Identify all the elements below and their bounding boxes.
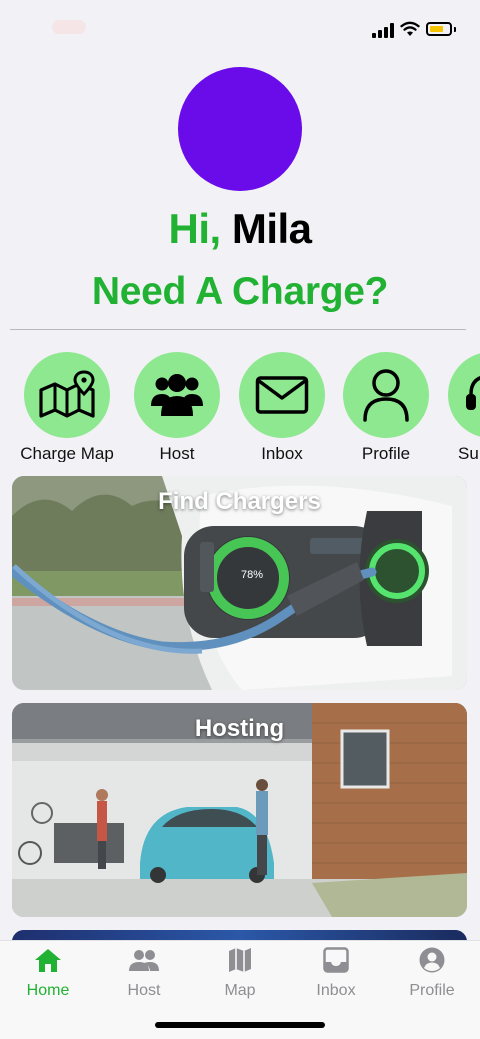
shortcut-support[interactable]: Su <box>436 352 480 462</box>
shortcut-profile-circle[interactable] <box>343 352 429 438</box>
status-bar <box>0 0 480 60</box>
find-chargers-card[interactable]: 78% Find Chargers <box>12 476 467 690</box>
envelope-icon <box>255 376 309 414</box>
divider <box>10 329 466 330</box>
shortcut-inbox-circle[interactable] <box>239 352 325 438</box>
tab-host[interactable]: Host <box>96 947 192 1000</box>
map-pin-icon <box>39 370 95 418</box>
tab-home[interactable]: Home <box>0 947 96 1000</box>
shortcut-inbox[interactable]: Inbox <box>227 352 337 462</box>
home-indicator <box>155 1022 325 1028</box>
shortcut-label: Su <box>458 444 479 462</box>
card-title-find-chargers: Find Chargers <box>158 488 321 515</box>
tab-label: Host <box>127 982 161 999</box>
person-icon <box>363 369 409 422</box>
wifi-icon <box>400 21 420 36</box>
shortcut-charge-map[interactable]: Charge Map <box>12 352 122 462</box>
page-subtitle: Need A Charge? <box>91 270 389 313</box>
battery-level <box>430 26 443 32</box>
people-icon <box>129 950 159 971</box>
tab-label: Map <box>224 982 256 999</box>
shortcut-profile[interactable]: Profile <box>331 352 441 462</box>
greeting-name: Mila <box>231 205 312 252</box>
tab-profile[interactable]: Profile <box>384 947 480 1000</box>
shortcut-label: Inbox <box>261 444 303 462</box>
map-icon <box>229 948 251 972</box>
home-icon <box>35 949 61 972</box>
recording-indicator <box>52 20 86 34</box>
shortcut-label: Profile <box>361 444 411 462</box>
shortcut-host[interactable]: Host <box>122 352 232 462</box>
inbox-icon <box>323 947 349 973</box>
cellular-signal-icon <box>372 22 394 38</box>
tab-label: Inbox <box>316 982 356 999</box>
hosting-card[interactable]: Hosting <box>12 703 467 917</box>
account-circle-icon <box>419 947 445 973</box>
shortcut-charge-map-circle[interactable] <box>24 352 110 438</box>
users-icon <box>151 374 203 416</box>
greeting: Hi, Mila <box>0 205 480 253</box>
greeting-hi: Hi, <box>168 205 221 252</box>
avatar[interactable] <box>178 67 302 191</box>
shortcut-label: Charge Map <box>20 444 114 462</box>
battery-icon <box>426 22 452 36</box>
shortcut-row[interactable]: Charge Map Host Inbox Profile Su <box>0 352 480 462</box>
card-title-hosting: Hosting <box>194 715 285 742</box>
shortcut-host-circle[interactable] <box>134 352 220 438</box>
tab-inbox[interactable]: Inbox <box>288 947 384 1000</box>
tab-map[interactable]: Map <box>192 947 288 1000</box>
battery-tip <box>454 27 456 32</box>
charge-percent-readout: 78% <box>241 569 264 581</box>
headset-icon <box>466 376 480 410</box>
tab-label: Profile <box>409 982 455 999</box>
shortcut-label: Host <box>159 444 195 462</box>
shortcut-support-circle[interactable] <box>448 352 480 438</box>
tab-label: Home <box>26 982 70 999</box>
